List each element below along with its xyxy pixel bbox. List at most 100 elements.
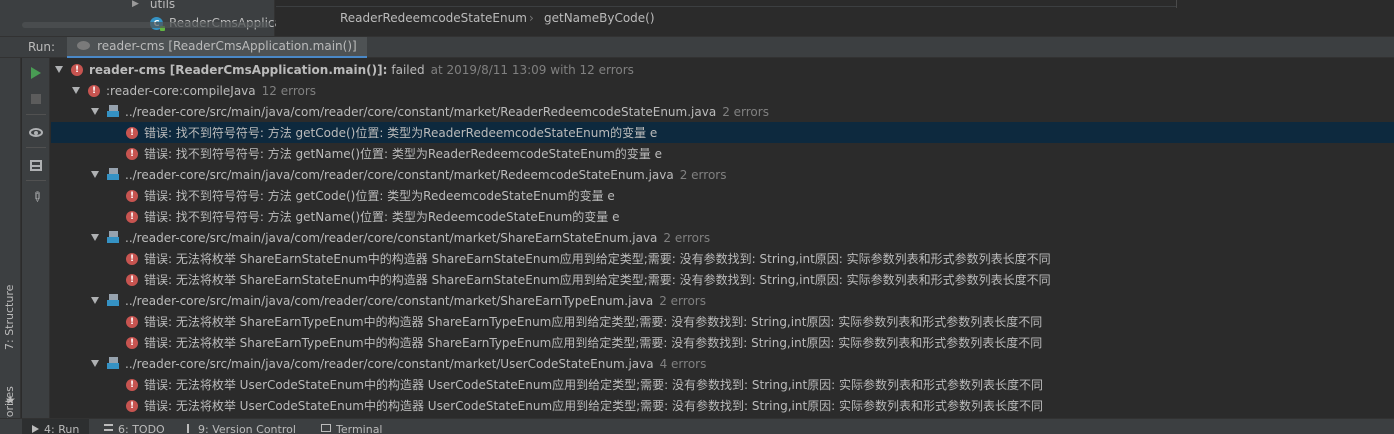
error-message: 错误: 找不到符号符号: 方法 getName()位置: 类型为ReaderRe…	[144, 147, 662, 161]
divider	[276, 6, 1176, 7]
collapse-arrow-icon[interactable]	[91, 297, 99, 304]
java-file-icon	[107, 168, 119, 181]
error-icon: !	[126, 147, 138, 160]
error-message: 错误: 无法将枚举 ShareEarnStateEnum中的构造器 ShareE…	[144, 273, 1051, 287]
breadcrumb-class[interactable]: ReaderRedeemcodeStateEnum	[340, 11, 527, 25]
error-icon: !	[126, 336, 138, 349]
todo-tool-tab[interactable]: 6: TODO	[104, 419, 165, 434]
layout-icon	[30, 159, 42, 171]
error-message: 错误: 无法将枚举 UserCodeStateEnum中的构造器 UserCod…	[144, 399, 1044, 413]
star-icon: ★	[5, 393, 16, 407]
collapse-arrow-icon[interactable]	[91, 360, 99, 367]
task-error-count: 12 errors	[261, 83, 317, 98]
tool-window-bar: 4: Run 6: TODO 9: Version Control Termin…	[0, 418, 1394, 434]
toolbar-divider	[26, 147, 46, 148]
tree-row-error[interactable]: ! 错误: 无法将枚举 ShareEarnTypeEnum中的构造器 Share…	[51, 332, 1394, 353]
version-control-tool-tab[interactable]: 9: Version Control	[187, 419, 296, 434]
tree-row-file[interactable]: ../reader-core/src/main/java/com/reader/…	[51, 353, 1394, 374]
terminal-tool-tab[interactable]: Terminal	[321, 419, 383, 434]
tool-tab-label: 4: Run	[44, 423, 80, 434]
file-path: ../reader-core/src/main/java/com/reader/…	[125, 104, 717, 119]
todo-icon	[104, 424, 113, 431]
rerun-button[interactable]	[28, 65, 44, 81]
layout-button[interactable]	[28, 157, 44, 173]
project-tree-pane: ▶ utils C ReaderCmsApplication	[0, 0, 305, 36]
task-name: :reader-core:compileJava	[106, 83, 256, 98]
tree-row-error[interactable]: ! 错误: 无法将枚举 UserCodeStateEnum中的构造器 UserC…	[51, 374, 1394, 395]
toolbar-divider	[26, 114, 46, 115]
eye-icon	[29, 127, 43, 137]
error-message: 错误: 找不到符号符号: 方法 getCode()位置: 类型为Redeemco…	[144, 189, 615, 203]
error-icon: !	[88, 84, 100, 97]
file-error-count: 4 errors	[659, 356, 707, 371]
expand-arrow-icon[interactable]: ▶	[132, 0, 139, 9]
run-config-name: reader-cms [ReaderCmsApplication.main()]…	[89, 62, 388, 77]
version-control-icon	[187, 424, 193, 433]
stop-button[interactable]	[28, 91, 44, 107]
error-icon: !	[126, 273, 138, 286]
toolbar-divider	[26, 180, 46, 181]
tool-tab-label: 9: Version Control	[198, 423, 296, 434]
tree-row-file[interactable]: ../reader-core/src/main/java/com/reader/…	[51, 164, 1394, 185]
collapse-arrow-icon[interactable]	[91, 234, 99, 241]
tree-row-error-selected[interactable]: ! 错误: 找不到符号符号: 方法 getCode()位置: 类型为Reader…	[51, 122, 1394, 143]
java-file-icon	[107, 105, 119, 118]
error-icon: !	[126, 378, 138, 391]
divider	[1176, 0, 1177, 8]
error-message: 错误: 无法将枚举 ShareEarnTypeEnum中的构造器 ShareEa…	[144, 315, 1043, 329]
error-icon: !	[126, 252, 138, 265]
collapse-arrow-icon[interactable]	[55, 66, 63, 73]
error-icon: !	[126, 189, 138, 202]
pin-icon: ✎	[26, 187, 46, 207]
project-tree-item-utils[interactable]: ▶ utils	[132, 0, 175, 13]
gradle-icon	[77, 41, 92, 51]
breadcrumb-separator: ›	[529, 11, 534, 25]
file-path: ../reader-core/src/main/java/com/reader/…	[125, 293, 654, 308]
run-toolbar: ✎	[22, 58, 50, 418]
collapse-arrow-icon[interactable]	[72, 87, 80, 94]
run-config-tab[interactable]: reader-cms [ReaderCmsApplication.main()]	[67, 36, 367, 58]
tool-tab-label: 6: TODO	[118, 423, 165, 434]
left-tool-strip: 7: Structure 2: Favorites ★	[0, 58, 21, 434]
collapse-arrow-icon[interactable]	[91, 171, 99, 178]
tree-row-file[interactable]: ../reader-core/src/main/java/com/reader/…	[51, 290, 1394, 311]
java-file-icon	[107, 357, 119, 370]
pin-tab-button[interactable]: ✎	[26, 187, 46, 207]
tree-row-error[interactable]: ! 错误: 找不到符号符号: 方法 getName()位置: 类型为Reader…	[51, 143, 1394, 164]
error-icon: !	[126, 126, 138, 139]
error-message: 错误: 无法将枚举 ShareEarnTypeEnum中的构造器 ShareEa…	[144, 336, 1043, 350]
tree-row-task[interactable]: ! :reader-core:compileJava 12 errors	[51, 80, 1394, 101]
file-path: ../reader-core/src/main/java/com/reader/…	[125, 356, 654, 371]
tree-row-root[interactable]: ! reader-cms [ReaderCmsApplication.main(…	[51, 59, 1394, 80]
show-warnings-button[interactable]	[28, 124, 44, 140]
tree-row-error[interactable]: ! 错误: 无法将枚举 ShareEarnStateEnum中的构造器 Shar…	[51, 248, 1394, 269]
run-icon	[32, 425, 39, 433]
tree-row-error[interactable]: ! 错误: 找不到符号符号: 方法 getCode()位置: 类型为Redeem…	[51, 185, 1394, 206]
file-error-count: 2 errors	[679, 167, 727, 182]
top-strip: ▶ utils C ReaderCmsApplication ReaderRed…	[0, 0, 1394, 36]
run-tool-tab[interactable]: 4: Run	[22, 419, 90, 434]
breadcrumb-method[interactable]: getNameByCode()	[544, 11, 655, 25]
tree-row-error[interactable]: ! 错误: 无法将枚举 UserCodeStateEnum中的构造器 UserC…	[51, 395, 1394, 416]
play-icon	[31, 67, 41, 79]
tree-row-file[interactable]: ../reader-core/src/main/java/com/reader/…	[51, 227, 1394, 248]
file-error-count: 2 errors	[663, 230, 711, 245]
tree-row-error[interactable]: ! 错误: 无法将枚举 ShareEarnStateEnum中的构造器 Shar…	[51, 269, 1394, 290]
error-icon: !	[71, 63, 83, 76]
editor-breadcrumb: ReaderRedeemcodeStateEnum › getNameByCod…	[276, 0, 1394, 36]
error-message: 错误: 无法将枚举 ShareEarnStateEnum中的构造器 ShareE…	[144, 252, 1051, 266]
file-error-count: 2 errors	[722, 104, 769, 119]
run-window-header: Run: reader-cms [ReaderCmsApplication.ma…	[0, 36, 1394, 58]
structure-tool-button[interactable]: 7: Structure	[3, 285, 16, 350]
error-icon: !	[126, 210, 138, 223]
build-status: failed	[391, 62, 425, 77]
collapse-arrow-icon[interactable]	[91, 108, 99, 115]
build-output-tree: ! reader-cms [ReaderCmsApplication.main(…	[51, 59, 1394, 418]
tree-row-error[interactable]: ! 错误: 找不到符号符号: 方法 getName()位置: 类型为Redeem…	[51, 206, 1394, 227]
error-message: 错误: 找不到符号符号: 方法 getName()位置: 类型为Redeemco…	[144, 210, 620, 224]
horizontal-scrollbar[interactable]	[22, 22, 270, 28]
tree-row-error[interactable]: ! 错误: 无法将枚举 ShareEarnTypeEnum中的构造器 Share…	[51, 311, 1394, 332]
terminal-icon	[321, 424, 331, 432]
error-icon: !	[126, 315, 138, 328]
tree-row-file[interactable]: ../reader-core/src/main/java/com/reader/…	[51, 101, 1394, 122]
